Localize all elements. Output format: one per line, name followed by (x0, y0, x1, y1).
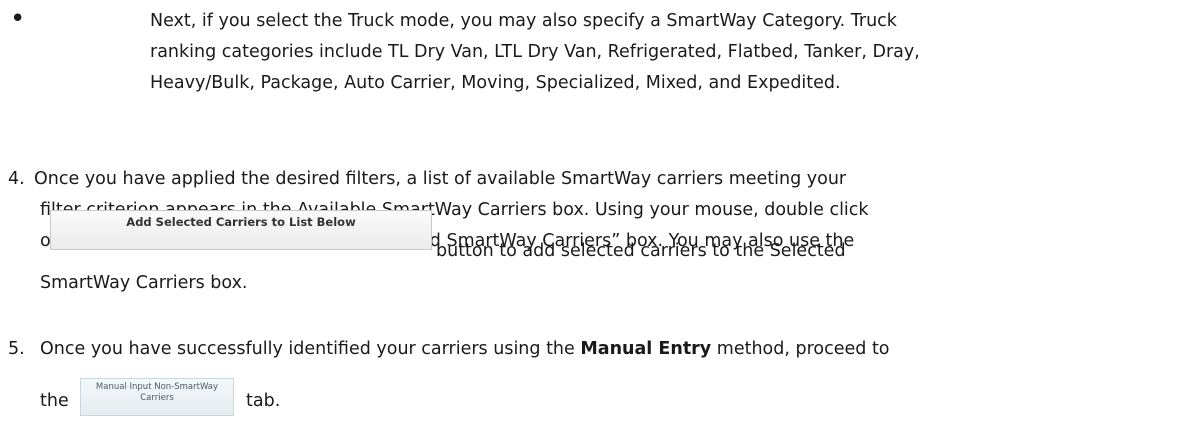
bullet-line-3: Heavy/Bulk, Package, Auto Carrier, Movin… (150, 73, 841, 93)
bullet-line-2: ranking categories include TL Dry Van, L… (150, 42, 920, 62)
add-selected-carriers-button[interactable]: Add Selected Carriers to List Below (50, 210, 432, 250)
item-5-line-2-pre: the (40, 391, 69, 411)
item-5-line-1-pre: Once you have successfully identified yo… (40, 339, 581, 359)
tab-label-line-2: Carriers (140, 393, 174, 403)
item-5-line-2-post: tab. (246, 391, 281, 411)
bullet-line-1: Next, if you select the Truck mode, you … (150, 11, 897, 31)
item-4-last-line: SmartWay Carriers box. (40, 273, 248, 293)
tab-label-line-1: Manual Input Non-SmartWay (95, 382, 219, 392)
bullet-symbol: • (10, 4, 26, 34)
item-5-line-1: Once you have successfully identified yo… (40, 334, 1190, 365)
item-5-paragraph: Once you have successfully identified yo… (40, 334, 1190, 365)
item-number-4: 4. (8, 169, 25, 189)
item-number-5: 5. (8, 339, 25, 359)
bullet-paragraph: Next, if you select the Truck mode, you … (150, 6, 1190, 99)
item-4-line-1: Once you have applied the desired filter… (34, 169, 847, 189)
item-5-line-1-post: method, proceed to (711, 339, 890, 359)
manual-input-non-smartway-carriers-tab[interactable]: Manual Input Non-SmartWay Carriers (80, 378, 234, 416)
item-4-after-button-text: button to add selected carriers to the S… (436, 241, 846, 261)
manual-entry-bold: Manual Entry (580, 339, 712, 359)
document-page: • Next, if you select the Truck mode, yo… (0, 0, 1199, 428)
